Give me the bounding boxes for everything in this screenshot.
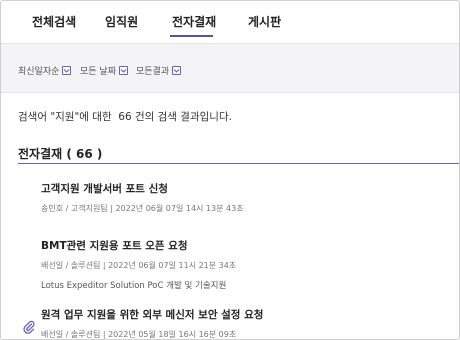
result-description: Lotus Expeditor Solution PoC 개발 및 기술지원 (41, 281, 227, 291)
search-tabs: 전체검색 임직원 전자결재 게시판 (1, 1, 459, 43)
result-meta: 배선일 / 솔루션팀 | 2022년 06월 07일 11시 21분 34초 (41, 261, 237, 270)
search-summary: 검색어 "지원"에 대한 66 건의 검색 결과입니다. (18, 111, 232, 123)
section-divider (18, 163, 459, 164)
result-item: 원격 업무 지원을 위한 외부 메신저 보안 설정 요청 배선일 / 솔루션팀 … (41, 307, 441, 339)
tab-employees[interactable]: 임직원 (105, 13, 138, 30)
chevron-down-icon (62, 66, 72, 75)
result-item: BMT관련 지원용 포트 오픈 요청 배선일 / 솔루션팀 | 2022년 06… (41, 238, 441, 291)
tab-e-approval[interactable]: 전자결재 (172, 13, 216, 30)
result-scope-label: 모든결과 (136, 67, 170, 77)
section-title: 전자결재 ( 66 ) (18, 147, 103, 161)
sort-order-label: 최신일자순 (18, 67, 60, 77)
result-title[interactable]: 원격 업무 지원을 위한 외부 메신저 보안 설정 요청 (41, 307, 441, 322)
result-item: 고객지원 개발서버 포트 신청 송민호 / 고객지원팀 | 2022년 06월 … (41, 181, 441, 214)
result-meta: 송민호 / 고객지원팀 | 2022년 06월 07일 14시 13분 43초 (41, 204, 244, 213)
result-title[interactable]: 고객지원 개발서버 포트 신청 (41, 181, 441, 196)
sort-order-dropdown[interactable]: 최신일자순 (18, 64, 72, 77)
result-meta: 배선일 / 솔루션팀 | 2022년 05월 18일 16시 16분 09초 (41, 330, 237, 339)
result-scope-dropdown[interactable]: 모든결과 (136, 64, 182, 77)
chevron-down-icon (172, 66, 182, 75)
date-range-label: 모든 날짜 (80, 67, 116, 77)
active-tab-indicator (170, 35, 213, 37)
tab-bulletin-board[interactable]: 게시판 (248, 13, 281, 30)
result-title[interactable]: BMT관련 지원용 포트 오픈 요청 (41, 238, 441, 253)
paperclip-icon[interactable] (23, 319, 35, 334)
chevron-down-icon (118, 66, 128, 75)
tab-all-search[interactable]: 전체검색 (32, 13, 76, 30)
date-range-dropdown[interactable]: 모든 날짜 (80, 64, 128, 77)
search-results-window: 전체검색 임직원 전자결재 게시판 최신일자순 모든 날짜 모든결과 검색어 "… (0, 0, 460, 340)
filter-bar: 최신일자순 모든 날짜 모든결과 (1, 43, 459, 93)
